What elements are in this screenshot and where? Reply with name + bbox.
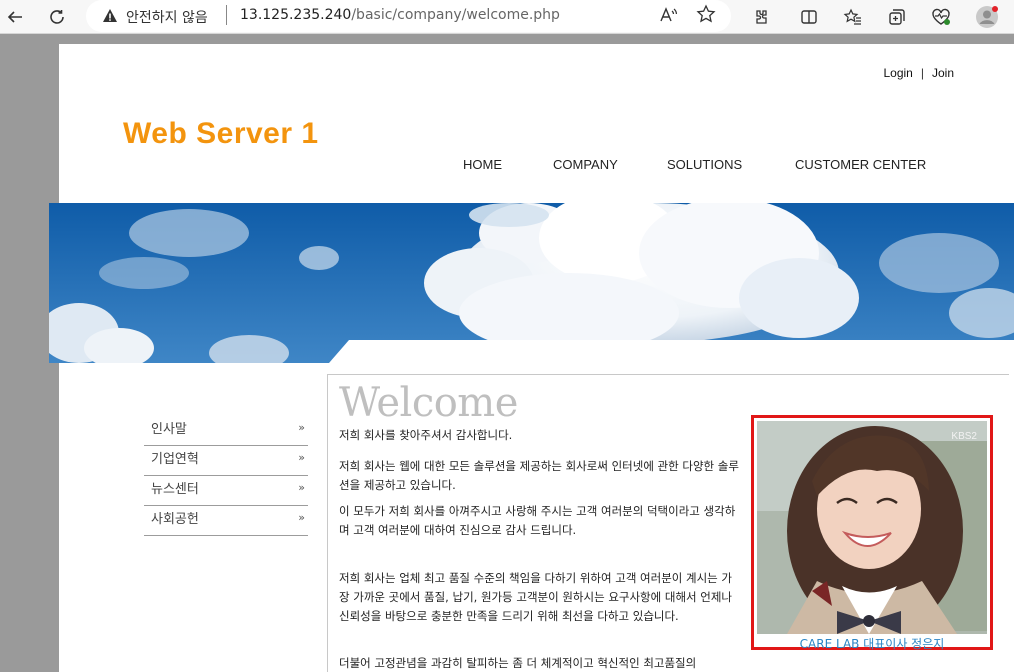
split-screen-icon[interactable] <box>796 4 822 30</box>
browser-toolbar: 안전하지 않음 13.125.235.240/basic/company/wel… <box>0 0 1014 34</box>
login-link[interactable]: Login <box>883 66 912 80</box>
collections-icon[interactable] <box>884 4 910 30</box>
url-host: 13.125.235.240 <box>240 7 352 23</box>
double-chevron-right-icon: » <box>298 481 305 494</box>
paragraph-intro: 저희 회사는 웹에 대한 모든 솔루션을 제공하는 회사로써 인터넷에 관한 다… <box>339 459 739 492</box>
nav-home[interactable]: HOME <box>463 157 502 172</box>
photo-caption: CARE LAB 대표이사 정은지 <box>799 637 945 651</box>
read-aloud-icon[interactable] <box>658 5 678 29</box>
paragraph-quality: 저희 회사는 업체 최고 품질 수준의 책임을 다하기 위하여 고객 여러분이 … <box>339 571 733 623</box>
paragraph-innovation: 더불어 고정관념을 과감히 탈피하는 좀 더 체계적이고 혁신적인 최고품질의 <box>339 656 697 670</box>
side-menu-item-greeting[interactable]: 인사말 » <box>144 416 308 446</box>
profile-avatar-icon[interactable] <box>974 4 1000 30</box>
paragraph-thanks: 저희 회사를 찾아주셔서 감사합니다. <box>339 428 513 442</box>
nav-customer-center[interactable]: CUSTOMER CENTER <box>795 157 926 172</box>
favorite-star-icon[interactable] <box>696 4 716 29</box>
ceo-photo-frame: KBS2 CARE LAB 대표이사 정은지 <box>751 415 993 651</box>
address-divider <box>226 5 227 25</box>
side-menu-item-label: 기업연혁 <box>151 452 199 467</box>
extensions-icon[interactable] <box>748 4 774 30</box>
side-menu-item-label: 뉴스센터 <box>151 482 199 497</box>
side-menu-item-label: 인사말 <box>151 422 187 437</box>
sky-banner-image <box>49 203 1014 363</box>
nav-solutions[interactable]: SOLUTIONS <box>667 157 742 172</box>
paragraph-gratitude: 이 모두가 저희 회사를 아껴주시고 사랑해 주시는 고객 여러분의 덕택이라고… <box>339 504 736 537</box>
double-chevron-right-icon: » <box>298 421 305 434</box>
broadcaster-watermark: KBS2 <box>951 431 977 442</box>
side-menu-item-history[interactable]: 기업연혁 » <box>144 446 308 476</box>
nav-company[interactable]: COMPANY <box>553 157 618 172</box>
double-chevron-right-icon: » <box>298 451 305 464</box>
url-path: /basic/company/welcome.php <box>351 7 560 23</box>
utility-links: Login | Join <box>883 66 954 80</box>
warning-icon[interactable] <box>102 8 118 24</box>
side-menu: 인사말 » 기업연혁 » 뉴스센터 » 사회공헌 » <box>144 416 308 536</box>
back-arrow-icon[interactable] <box>2 4 28 30</box>
browser-essentials-icon[interactable] <box>928 4 954 30</box>
side-menu-item-social[interactable]: 사회공헌 » <box>144 506 308 536</box>
address-bar[interactable]: 안전하지 않음 13.125.235.240/basic/company/wel… <box>86 0 731 32</box>
refresh-icon[interactable] <box>44 4 70 30</box>
side-menu-item-news[interactable]: 뉴스센터 » <box>144 476 308 506</box>
security-status[interactable]: 안전하지 않음 <box>126 7 208 27</box>
page-title: Welcome <box>339 380 518 426</box>
double-chevron-right-icon: » <box>298 511 305 524</box>
site-logo[interactable]: Web Server 1 <box>123 117 319 151</box>
join-link[interactable]: Join <box>932 66 954 80</box>
utility-separator: | <box>920 66 924 80</box>
url-text[interactable]: 13.125.235.240/basic/company/welcome.php <box>240 7 560 23</box>
favorites-list-icon[interactable] <box>840 4 866 30</box>
ceo-photo: KBS2 <box>757 421 987 634</box>
side-menu-item-label: 사회공헌 <box>151 512 199 527</box>
